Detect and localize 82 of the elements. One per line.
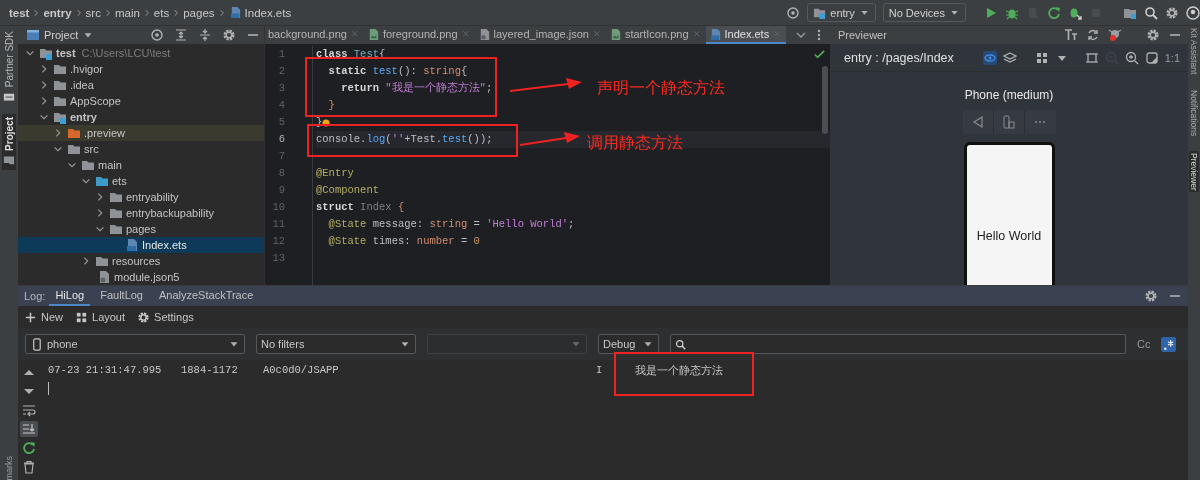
- breadcrumb-item[interactable]: Index.ets: [228, 6, 292, 19]
- code-line: struct Index {: [316, 200, 405, 215]
- tool-window-tab[interactable]: Project: [2, 114, 16, 171]
- tool-window-tab[interactable]: Partner SDK: [2, 28, 16, 107]
- code-line: @Entry: [316, 166, 354, 181]
- path-hint: C:\Users\LCU\test: [81, 47, 171, 59]
- tree-item[interactable]: entry: [18, 109, 264, 125]
- line-number: 4: [277, 98, 285, 113]
- tool-window-tab[interactable]: Kit Assistant: [1189, 26, 1199, 77]
- code-line: @State message: string = 'Hello World';: [327, 217, 575, 232]
- tree-item[interactable]: AppScope: [18, 93, 264, 109]
- module-dropdown[interactable]: entry: [807, 3, 876, 22]
- editor-tab[interactable]: Index.ets: [705, 26, 787, 44]
- line-number: 3: [277, 81, 285, 96]
- breadcrumb-item[interactable]: test: [9, 6, 30, 19]
- tree-item[interactable]: entrybackupability: [18, 205, 264, 221]
- tree-item[interactable]: resources: [18, 253, 264, 269]
- editor-tab[interactable]: startIcon.png: [605, 26, 706, 44]
- tool-window-tab[interactable]: Previewer: [1189, 150, 1199, 193]
- toolbar-button[interactable]: Settings: [137, 310, 194, 324]
- match-case-toggle[interactable]: Cc: [1137, 338, 1151, 350]
- tree-item[interactable]: entryability: [18, 189, 264, 205]
- device-name: Phone (medium): [964, 88, 1054, 102]
- code-line: static test(): string{: [327, 64, 468, 79]
- log-pid: 1884-1172: [181, 364, 239, 376]
- zoom-label[interactable]: 1:1: [1164, 51, 1180, 64]
- log-tab[interactable]: AnalyzeStackTrace: [153, 286, 260, 306]
- code-line: console.log(''+Test.test());: [316, 132, 493, 147]
- toolbar-button[interactable]: Layout: [75, 310, 126, 324]
- tree-item[interactable]: src: [18, 141, 264, 157]
- breadcrumb-item[interactable]: pages: [183, 6, 215, 19]
- breadcrumb-item[interactable]: src: [85, 6, 101, 19]
- code-line: }: [327, 98, 335, 113]
- tree-item[interactable]: ets: [18, 173, 264, 189]
- tree-item[interactable]: pages: [18, 221, 264, 237]
- log-message: 我是一个静态方法: [635, 362, 723, 378]
- editor-tab[interactable]: layered_image.json: [474, 26, 606, 44]
- line-number: 6: [277, 132, 285, 147]
- line-number: 9: [277, 183, 285, 198]
- log-tab[interactable]: HiLog: [49, 286, 91, 306]
- tool-window-tab[interactable]: marks: [4, 455, 14, 480]
- line-number: 12: [271, 234, 285, 249]
- toolbar-button[interactable]: New: [24, 310, 63, 324]
- breadcrumb-item[interactable]: ets: [153, 6, 170, 19]
- code-line: @State times: number = 0: [327, 234, 480, 249]
- line-number: 5: [277, 115, 285, 130]
- panel-title: Log:: [24, 290, 46, 302]
- tree-item[interactable]: Index.ets: [18, 237, 264, 253]
- preview-target: entry : /pages/Index: [844, 50, 954, 65]
- line-number: 13: [271, 251, 285, 266]
- line-number: 2: [277, 64, 285, 79]
- line-number: 10: [271, 200, 285, 215]
- annotation-label: 声明一个静态方法: [597, 78, 725, 98]
- tree-item[interactable]: test C:\Users\LCU\test: [18, 45, 264, 61]
- panel-title: Project: [44, 29, 79, 41]
- tree-item[interactable]: module.json5: [18, 269, 264, 285]
- tree-item[interactable]: .preview: [18, 125, 264, 141]
- tool-window-tab[interactable]: Notifications: [1189, 88, 1199, 139]
- editor-tab[interactable]: background.png: [265, 26, 364, 44]
- breadcrumb-item[interactable]: entry: [43, 6, 72, 19]
- line-number: 11: [271, 217, 285, 232]
- log-level: I: [596, 364, 604, 376]
- dropdown[interactable]: No filters: [256, 334, 416, 354]
- log-tab[interactable]: FaultLog: [94, 286, 149, 306]
- code-line: @Component: [316, 183, 379, 198]
- device-dropdown[interactable]: No Devices: [882, 3, 966, 22]
- log-tag: A0c0d0/JSAPP: [263, 364, 596, 376]
- tree-item[interactable]: .hvigor: [18, 61, 264, 77]
- breadcrumb-item[interactable]: main: [114, 6, 140, 19]
- line-number: 8: [277, 166, 285, 181]
- annotation-label: 调用静态方法: [587, 133, 683, 153]
- dropdown[interactable]: Debug: [598, 334, 659, 354]
- editor-tab[interactable]: foreground.png: [363, 26, 475, 44]
- line-number: 1: [277, 47, 285, 62]
- log-time: 07-23 21:31:47.995: [48, 364, 163, 376]
- code-line: return "我是一个静态方法";: [340, 81, 493, 96]
- preview-text: Hello World: [976, 229, 1042, 243]
- tree-item[interactable]: .idea: [18, 77, 264, 93]
- tree-item[interactable]: main: [18, 157, 264, 173]
- panel-title: Previewer: [838, 29, 887, 41]
- line-number: 7: [277, 149, 285, 164]
- dropdown[interactable]: phone: [25, 334, 245, 354]
